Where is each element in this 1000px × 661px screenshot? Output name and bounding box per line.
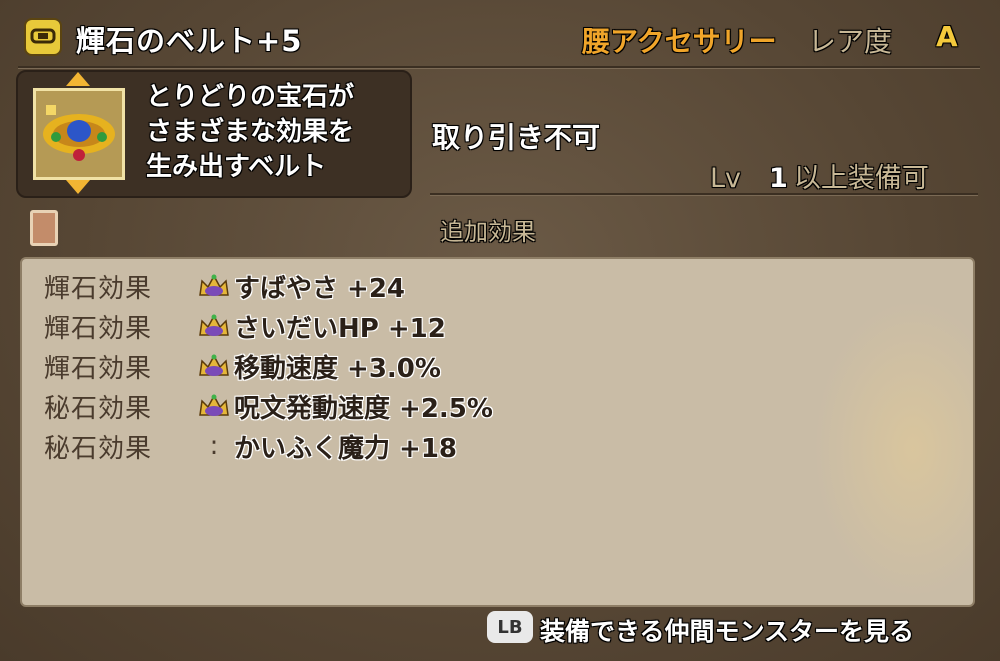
item-category: 腰アクセサリー xyxy=(582,25,777,58)
arrow-up-icon[interactable] xyxy=(66,72,90,86)
effect-text: さいだいHP +12 xyxy=(234,313,446,344)
arrow-down-icon[interactable] xyxy=(66,180,90,194)
effect-row: 秘石効果 : かいふく魔力 +18 xyxy=(44,426,457,466)
item-name: 輝石のベルト+5 xyxy=(76,24,303,58)
effect-row: 輝石効果 すばやさ +24 xyxy=(44,266,405,306)
rarity-label: レア度 xyxy=(808,25,893,58)
book-icon xyxy=(30,210,58,246)
trade-status: 取り引き不可 xyxy=(432,121,601,154)
view-monsters-link[interactable]: 装備できる仲間モンスターを見る xyxy=(540,612,914,648)
crown-icon xyxy=(194,313,234,339)
description-line: とりどりの宝石が xyxy=(146,82,355,112)
effect-row: 輝石効果 移動速度 +3.0% xyxy=(44,346,441,386)
effect-type: 輝石効果 xyxy=(44,273,153,304)
crown-icon xyxy=(194,353,234,379)
effects-panel: 輝石効果 すばやさ +24 輝石効果 さいだいHP +12 輝石効果 移動速度 … xyxy=(20,257,975,607)
effect-type: 輝石効果 xyxy=(44,313,153,344)
level-prefix: Lv xyxy=(710,163,742,194)
level-suffix: 以上装備可 xyxy=(793,163,929,194)
effect-type: 秘石効果 xyxy=(44,393,153,424)
effect-text: 呪文発動速度 +2.5% xyxy=(234,393,493,424)
crown-icon xyxy=(194,393,234,419)
section-divider xyxy=(430,193,978,195)
effect-text: すばやさ +24 xyxy=(234,273,406,304)
equip-level-requirement: Lv 1 以上装備可 xyxy=(710,156,929,195)
crown-icon xyxy=(194,273,234,299)
monster-silhouette xyxy=(813,299,973,599)
item-description: とりどりの宝石が さまざまな効果を 生み出すベルト xyxy=(146,80,354,185)
effect-type: 秘石効果 xyxy=(44,433,153,464)
description-line: さまざまな効果を xyxy=(146,117,355,147)
level-value: 1 xyxy=(769,163,788,194)
belt-item-icon xyxy=(33,88,125,180)
colon-separator: : xyxy=(209,431,219,461)
rarity-value: A xyxy=(936,20,958,53)
effect-row: 輝石効果 さいだいHP +12 xyxy=(44,306,446,346)
lb-button-icon[interactable]: LB xyxy=(487,611,533,643)
extra-effects-label: 追加効果 xyxy=(440,218,536,246)
description-line: 生み出すベルト xyxy=(146,152,327,182)
effect-text: 移動速度 +3.0% xyxy=(234,353,441,384)
belt-category-icon xyxy=(24,18,62,56)
effect-row: 秘石効果 呪文発動速度 +2.5% xyxy=(44,386,493,426)
item-detail-panel: 輝石のベルト+5 腰アクセサリー レア度 A とりどりの宝石が さまざまな効果を… xyxy=(0,0,1000,661)
header-divider xyxy=(18,66,980,68)
effect-text: かいふく魔力 +18 xyxy=(234,433,458,464)
effect-type: 輝石効果 xyxy=(44,353,153,384)
